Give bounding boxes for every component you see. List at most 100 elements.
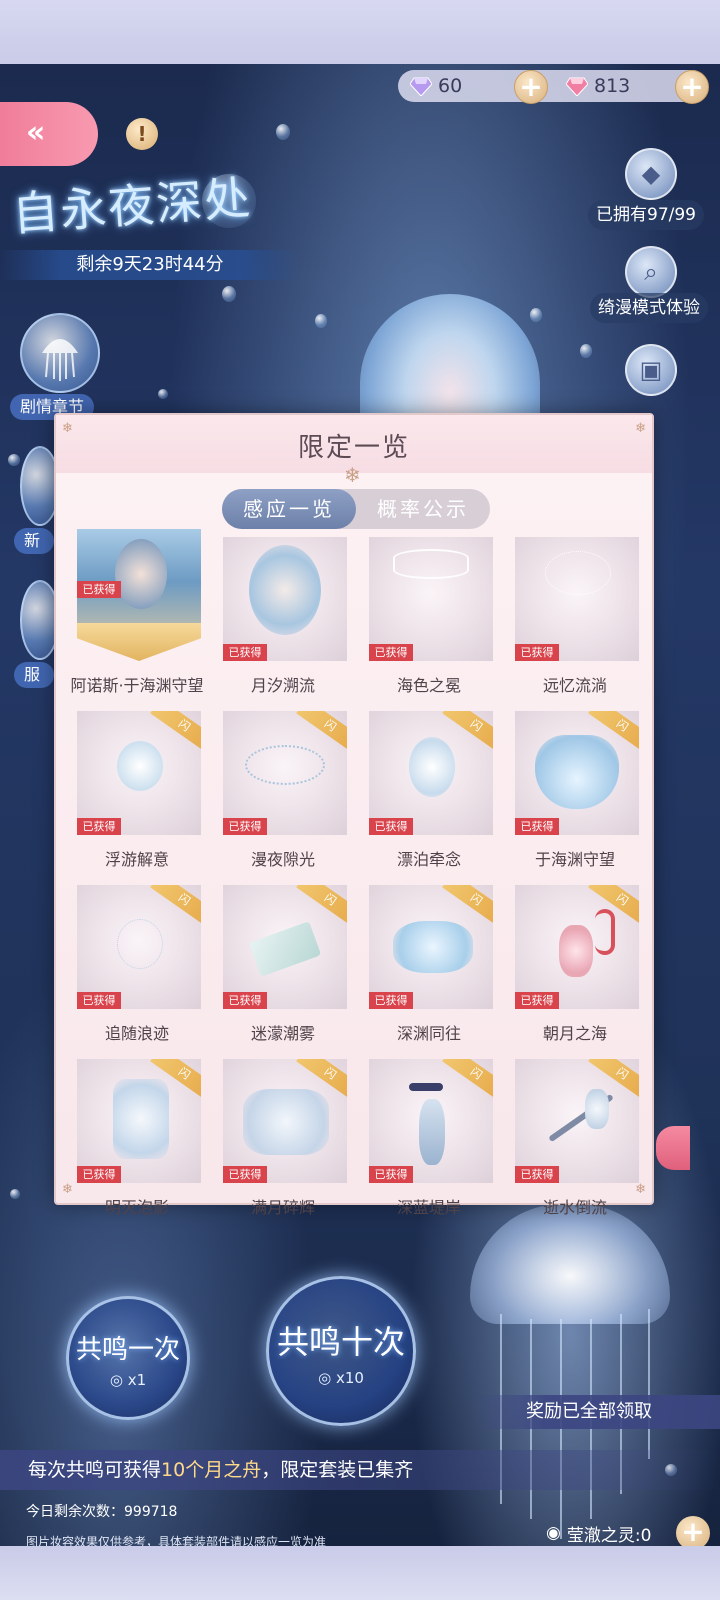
grid-item[interactable]: 闪 已获得 于海渊守望 xyxy=(502,711,648,881)
grid-item[interactable]: 闪 已获得 深渊同往 xyxy=(356,885,502,1055)
notice-prefix: 每次共鸣可获得 xyxy=(28,1459,162,1481)
grid-item[interactable]: 已获得 阿诺斯·于海渊守望 xyxy=(64,529,210,707)
limited-overview-modal: ❄ ❄ ❄ ❄ 限定一览 ❄ 感应一览 概率公示 已获得 阿诺斯·于海渊守望 已… xyxy=(54,413,654,1217)
shine-ribbon: 闪 xyxy=(442,1059,493,1102)
owned-tag: 已获得 xyxy=(369,644,413,661)
grid-item[interactable]: 闪 已获得 迷濛潮雾 xyxy=(210,885,356,1055)
item-name: 漂泊牵念 xyxy=(396,850,461,869)
new-label: 新 xyxy=(14,528,54,554)
story-chapter-button[interactable] xyxy=(20,313,100,393)
item-name: 深蓝堤岸 xyxy=(396,1198,461,1217)
item-name: 浮游解意 xyxy=(104,850,169,869)
add-pink-diamond-button[interactable]: + xyxy=(675,70,709,104)
owned-tag: 已获得 xyxy=(369,992,413,1009)
moon-boat-icon: ◎ xyxy=(109,1371,123,1389)
owned-tag: 已获得 xyxy=(515,1166,559,1183)
grid-item[interactable]: 已获得 月汐溯流 xyxy=(210,537,356,707)
purple-diamond-icon xyxy=(410,77,432,96)
item-thumbnail: 闪 已获得 xyxy=(369,885,493,1009)
resonate-ten-count: ◎ x10 xyxy=(269,1369,413,1387)
grid-item[interactable]: 闪 已获得 追随浪迹 xyxy=(64,885,210,1055)
item-thumbnail: 闪 已获得 xyxy=(515,885,639,1009)
purple-diamond-counter: 60 xyxy=(410,70,462,102)
grid-item[interactable]: 闪 已获得 明灭泡影 xyxy=(64,1059,210,1229)
spirit-counter: ◉ 莹澈之灵:0 xyxy=(546,1518,651,1548)
tab-probability[interactable]: 概率公示 xyxy=(356,489,490,529)
collection-button[interactable]: ◆ xyxy=(625,148,677,200)
pink-diamond-counter: 813 xyxy=(566,70,630,102)
item-thumbnail: 闪 已获得 xyxy=(223,711,347,835)
item-thumbnail: 闪 已获得 xyxy=(369,711,493,835)
item-thumbnail: 闪 已获得 xyxy=(77,1059,201,1183)
grid-item[interactable]: 闪 已获得 逝水倒流 xyxy=(502,1059,648,1229)
owned-tag: 已获得 xyxy=(223,992,267,1009)
tab-switch: 感应一览 概率公示 xyxy=(222,489,490,529)
notice-suffix: ，限定套装已集齐 xyxy=(261,1459,414,1481)
owned-tag: 已获得 xyxy=(515,818,559,835)
add-spirit-button[interactable]: + xyxy=(676,1516,710,1550)
outfit-label: 服 xyxy=(14,662,54,688)
mode-trial-button[interactable]: ⌕ xyxy=(625,246,677,298)
item-thumbnail: 闪 已获得 xyxy=(77,711,201,835)
item-name: 迷濛潮雾 xyxy=(250,1024,315,1043)
owned-tag: 已获得 xyxy=(515,644,559,661)
add-purple-diamond-button[interactable]: + xyxy=(514,70,548,104)
calendar-button[interactable]: ▣ xyxy=(625,344,677,396)
resonate-ten-count-value: x10 xyxy=(335,1369,364,1387)
notice-bar: 每次共鸣可获得10个月之舟，限定套装已集齐 xyxy=(0,1450,720,1490)
item-name: 于海渊守望 xyxy=(534,850,615,869)
grid-item[interactable]: 闪 已获得 漫夜隙光 xyxy=(210,711,356,881)
featured-frame xyxy=(77,623,201,661)
grid-item[interactable]: 闪 已获得 浮游解意 xyxy=(64,711,210,881)
shine-ribbon: 闪 xyxy=(150,885,201,928)
purple-diamond-value: 60 xyxy=(438,75,463,97)
resonate-once-count-value: x1 xyxy=(127,1371,147,1389)
grid-item[interactable]: 闪 已获得 漂泊牵念 xyxy=(356,711,502,881)
owned-tag: 已获得 xyxy=(369,818,413,835)
owned-tag: 已获得 xyxy=(77,992,121,1009)
item-name: 阿诺斯·于海渊守望 xyxy=(70,676,204,695)
tab-induction-overview[interactable]: 感应一览 xyxy=(222,489,356,529)
owned-tag: 已获得 xyxy=(223,1166,267,1183)
item-thumbnail: 闪 已获得 xyxy=(223,1059,347,1183)
magnifier-icon: ⌕ xyxy=(644,258,658,286)
owned-tag: 已获得 xyxy=(77,818,121,835)
item-name: 月汐溯流 xyxy=(250,676,315,695)
spirit-orb-icon: ◉ xyxy=(546,1523,561,1543)
moon-boat-icon: ◎ xyxy=(318,1369,332,1387)
grid-item[interactable]: 闪 已获得 深蓝堤岸 xyxy=(356,1059,502,1229)
item-thumbnail: 闪 已获得 xyxy=(223,885,347,1009)
item-thumbnail: 闪 已获得 xyxy=(515,711,639,835)
side-pull-tab[interactable] xyxy=(656,1126,690,1170)
jellyfish-icon xyxy=(42,339,78,381)
back-button[interactable]: « xyxy=(0,102,98,166)
item-name: 满月碎辉 xyxy=(250,1198,315,1217)
resonate-once-count: ◎ x1 xyxy=(69,1371,187,1389)
item-thumbnail: 闪 已获得 xyxy=(515,1059,639,1183)
notice-highlight: 10个月之舟 xyxy=(161,1459,262,1481)
spirit-value: 莹澈之灵:0 xyxy=(566,1525,652,1546)
grid-item[interactable]: 已获得 海色之冕 xyxy=(356,537,502,707)
resonate-ten-button[interactable]: 共鸣十次 ◎ x10 xyxy=(266,1276,416,1426)
pink-diamond-value: 813 xyxy=(594,75,631,97)
item-name: 朝月之海 xyxy=(542,1024,607,1043)
bottom-strip xyxy=(0,1546,720,1600)
resonate-ten-label: 共鸣十次 xyxy=(276,1323,405,1361)
pink-diamond-icon xyxy=(566,77,588,96)
owned-count-label: 已拥有97/99 xyxy=(588,200,704,230)
grid-item[interactable]: 闪 已获得 朝月之海 xyxy=(502,885,648,1055)
snowflake-icon: ❄ xyxy=(344,463,361,487)
grid-item[interactable]: 闪 已获得 满月碎辉 xyxy=(210,1059,356,1229)
owned-tag: 已获得 xyxy=(369,1166,413,1183)
item-thumbnail: 已获得 xyxy=(515,537,639,661)
item-name: 明灭泡影 xyxy=(104,1198,169,1217)
owned-tag: 已获得 xyxy=(77,581,121,598)
resonate-once-button[interactable]: 共鸣一次 ◎ x1 xyxy=(66,1296,190,1420)
item-thumbnail: 闪 已获得 xyxy=(77,885,201,1009)
diamond-badge-icon: ◆ xyxy=(641,160,661,188)
item-name: 逝水倒流 xyxy=(542,1198,607,1217)
item-name: 深渊同往 xyxy=(396,1024,461,1043)
info-button[interactable]: ! xyxy=(126,118,158,150)
grid-item[interactable]: 已获得 远忆流淌 xyxy=(502,537,648,707)
shine-ribbon: 闪 xyxy=(296,885,347,928)
